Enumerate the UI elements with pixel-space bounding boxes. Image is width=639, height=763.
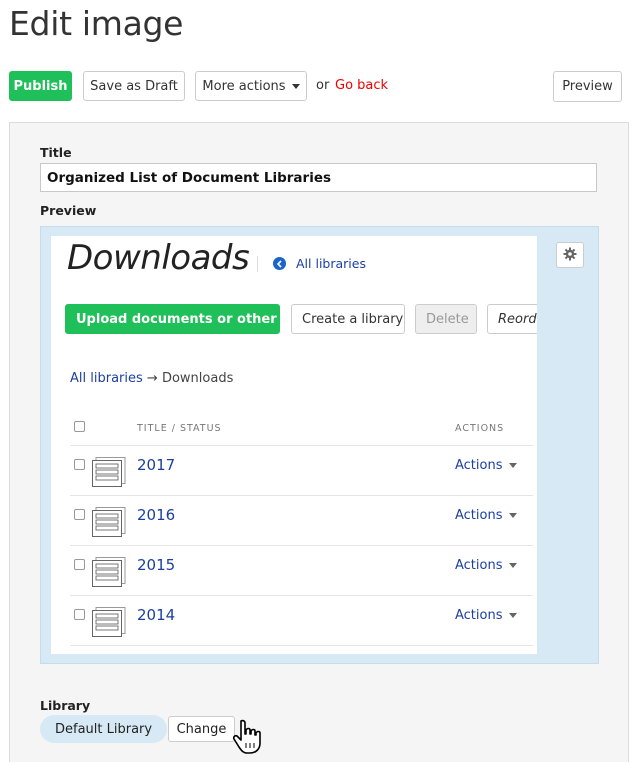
library-title[interactable]: 2015 xyxy=(137,556,175,574)
chevron-down-icon xyxy=(291,83,300,89)
divider xyxy=(257,256,258,272)
library-title[interactable]: 2017 xyxy=(137,456,175,474)
table-header: TITLE / STATUS ACTIONS xyxy=(70,416,533,446)
gear-icon xyxy=(563,246,577,265)
create-library-button[interactable]: Create a library xyxy=(291,304,405,334)
chevron-down-icon xyxy=(508,563,517,568)
table-row: 2016 Actions xyxy=(70,496,533,546)
library-icon xyxy=(92,557,126,591)
row-checkbox[interactable] xyxy=(74,609,85,620)
row-actions-dropdown[interactable]: Actions xyxy=(455,608,517,623)
downloads-heading: Downloads xyxy=(67,238,250,278)
publish-button[interactable]: Publish xyxy=(9,71,72,101)
row-checkbox[interactable] xyxy=(74,459,85,470)
library-title[interactable]: 2016 xyxy=(137,506,175,524)
row-checkbox[interactable] xyxy=(74,559,85,570)
go-back-link[interactable]: Go back xyxy=(335,78,388,93)
row-actions-dropdown[interactable]: Actions xyxy=(455,558,517,573)
preview-label: Preview xyxy=(40,203,97,218)
chevron-down-icon xyxy=(508,513,517,518)
title-label: Title xyxy=(40,145,72,160)
table-row: 2014 Actions xyxy=(70,596,533,646)
upload-documents-button[interactable]: Upload documents or other files xyxy=(65,304,280,334)
breadcrumb-link[interactable]: All libraries xyxy=(70,371,143,386)
row-actions-label: Actions xyxy=(455,608,503,623)
title-status-header: TITLE / STATUS xyxy=(137,423,222,434)
preview-card: Downloads All libraries Upload documents… xyxy=(51,236,537,654)
row-checkbox[interactable] xyxy=(74,509,85,520)
row-actions-dropdown[interactable]: Actions xyxy=(455,458,517,473)
row-actions-label: Actions xyxy=(455,508,503,523)
all-libraries-link[interactable]: All libraries xyxy=(296,256,366,271)
chevron-down-icon xyxy=(508,463,517,468)
library-value-badge: Default Library xyxy=(40,715,168,743)
actions-header: ACTIONS xyxy=(455,423,505,434)
library-icon xyxy=(92,457,126,491)
row-actions-dropdown[interactable]: Actions xyxy=(455,508,517,523)
edit-form-panel: Title Preview Downloads All libraries Up… xyxy=(9,122,629,762)
table-row: 2017 Actions xyxy=(70,446,533,496)
delete-button[interactable]: Delete xyxy=(415,304,477,334)
or-text: or xyxy=(316,78,330,93)
select-all-checkbox[interactable] xyxy=(74,421,85,432)
toolbar: Publish Save as Draft More actions or Go… xyxy=(9,71,622,103)
preview-area: Downloads All libraries Upload documents… xyxy=(40,226,599,664)
chevron-down-icon xyxy=(508,613,517,618)
more-actions-label: More actions xyxy=(202,78,286,94)
back-arrow-icon[interactable] xyxy=(273,257,286,270)
breadcrumb-arrow: → xyxy=(146,371,158,386)
library-icon xyxy=(92,607,126,641)
breadcrumb-current: Downloads xyxy=(161,371,234,386)
page-title: Edit image xyxy=(9,4,184,43)
change-library-button[interactable]: Change xyxy=(168,716,235,742)
library-title[interactable]: 2014 xyxy=(137,606,175,624)
preview-button[interactable]: Preview xyxy=(553,71,622,102)
library-icon xyxy=(92,507,126,541)
row-actions-label: Actions xyxy=(455,458,503,473)
row-actions-label: Actions xyxy=(455,558,503,573)
title-input[interactable] xyxy=(40,163,597,192)
hand-pointer-icon xyxy=(232,719,278,763)
preview-settings-button[interactable] xyxy=(556,242,584,268)
more-actions-button[interactable]: More actions xyxy=(195,71,307,101)
table-row: 2015 Actions xyxy=(70,546,533,596)
breadcrumb: All libraries → Downloads xyxy=(70,371,233,386)
library-label: Library xyxy=(40,698,91,713)
reorder-button[interactable]: Reorder xyxy=(487,304,537,334)
libraries-table: TITLE / STATUS ACTIONS 2017 Actions 2016… xyxy=(70,416,533,646)
save-as-draft-button[interactable]: Save as Draft xyxy=(83,71,185,101)
